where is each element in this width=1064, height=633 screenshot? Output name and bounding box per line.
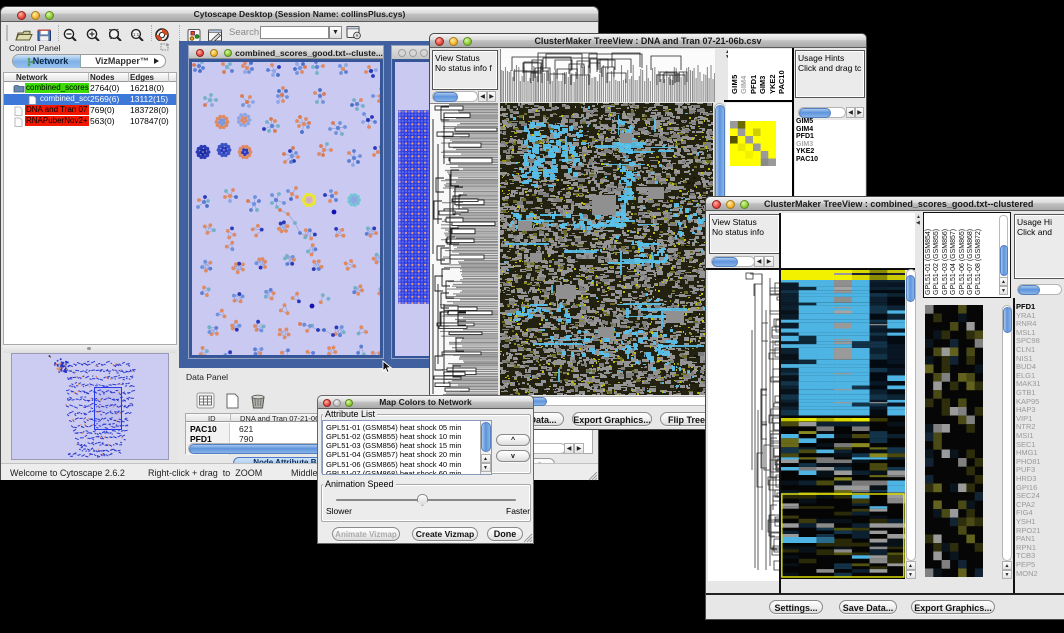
svg-text:1:1: 1:1: [133, 32, 140, 37]
